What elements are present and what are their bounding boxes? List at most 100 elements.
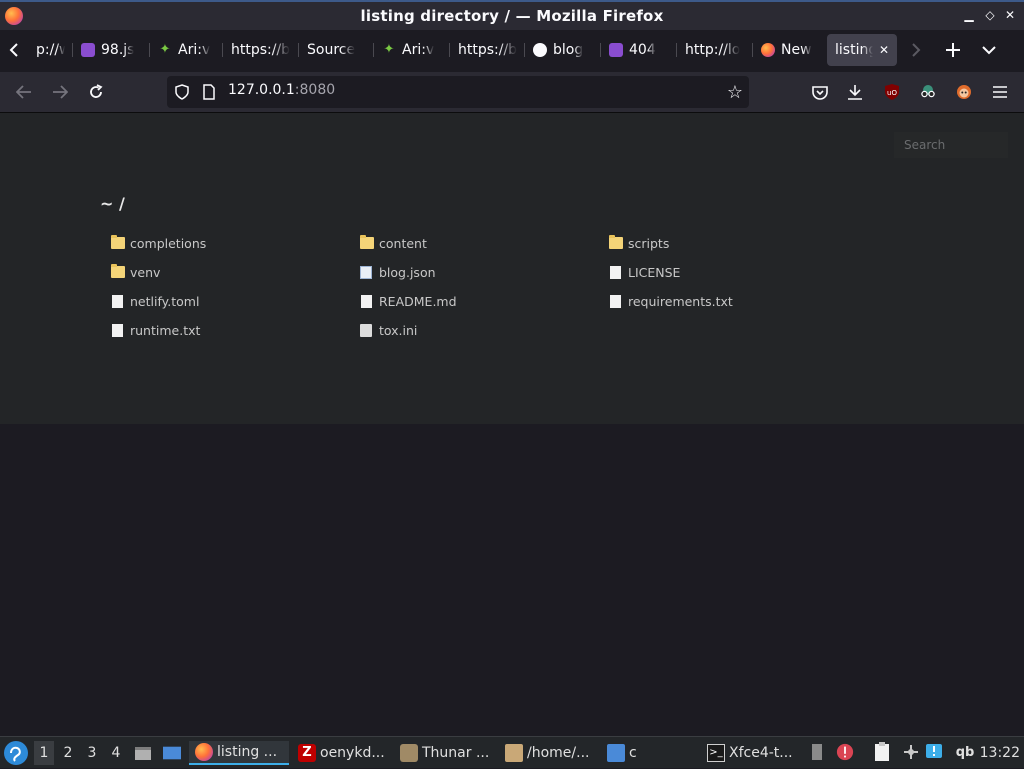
clock[interactable]: 13:22 — [980, 745, 1020, 761]
tab-active[interactable]: listing ✕ — [827, 34, 897, 66]
file-entry[interactable]: runtime.txt — [111, 321, 200, 339]
window-title: listing directory / — Mozilla Firefox — [360, 7, 664, 25]
reload-button[interactable] — [78, 76, 114, 108]
tab[interactable]: blog — [525, 34, 601, 66]
tab-scroll-left-button[interactable] — [0, 30, 28, 70]
file-entry[interactable]: netlify.toml — [111, 292, 199, 310]
file-entry[interactable]: LICENSE — [609, 263, 680, 281]
taskbar-app-archive[interactable]: /home/... — [505, 741, 601, 765]
github-icon — [533, 43, 547, 57]
folder-entry[interactable]: venv — [111, 263, 160, 281]
taskbar-app-filezilla[interactable]: Z oenykd... — [298, 741, 394, 765]
folder-entry[interactable]: scripts — [609, 234, 669, 252]
tab-label: https://b — [458, 42, 517, 58]
taskbar: 1 2 3 4 listing ... Z oenykd... Thunar .… — [0, 736, 1024, 768]
tab[interactable]: http://lo — [677, 34, 753, 66]
back-button[interactable] — [6, 76, 42, 108]
thunar-icon — [400, 744, 418, 762]
close-tab-icon[interactable]: ✕ — [879, 43, 889, 57]
file-entry[interactable]: tox.ini — [360, 321, 417, 339]
workspace-1[interactable]: 1 — [34, 741, 54, 765]
tab[interactable]: New — [753, 34, 827, 66]
file-entry[interactable]: README.md — [360, 292, 457, 310]
tab-label: p://w — [36, 42, 65, 58]
downloads-button[interactable] — [845, 82, 865, 102]
url-bar[interactable]: 127.0.0.1:8080 ☆ — [167, 76, 749, 108]
terminal-icon: >_ — [707, 744, 725, 762]
archive-icon — [505, 744, 523, 762]
extension-button[interactable] — [954, 82, 974, 102]
taskbar-app-firefox[interactable]: listing ... — [189, 741, 289, 765]
firefox-icon — [5, 7, 23, 25]
folder-entry[interactable]: completions — [111, 234, 206, 252]
tab[interactable]: ✦ Ari:v — [374, 34, 450, 66]
tab-scroll-right-button[interactable] — [897, 30, 935, 70]
tray-device-icon[interactable] — [808, 743, 826, 761]
extension-button[interactable] — [918, 82, 938, 102]
tab[interactable]: 404 — [601, 34, 677, 66]
download-icon — [848, 85, 862, 100]
bookmark-star-icon[interactable]: ☆ — [727, 82, 743, 103]
folder-icon — [111, 235, 125, 249]
filezilla-icon: Z — [298, 744, 316, 762]
update-notifier-icon[interactable] — [925, 743, 943, 761]
workspace-4[interactable]: 4 — [106, 745, 126, 761]
chevron-right-icon — [912, 43, 921, 57]
ublock-icon: uO — [885, 84, 899, 100]
tab[interactable]: p://w — [28, 34, 73, 66]
folder-entry[interactable]: content — [360, 234, 427, 252]
folder-icon — [360, 235, 374, 249]
workspace-3[interactable]: 3 — [82, 745, 102, 761]
menu-button[interactable] — [990, 82, 1010, 102]
ublock-button[interactable]: uO — [882, 82, 902, 102]
desktop-launcher-icon[interactable] — [163, 744, 181, 762]
settings-file-icon — [360, 323, 372, 337]
shield-icon[interactable] — [175, 84, 189, 100]
folder-icon — [609, 235, 623, 249]
file-icon — [610, 294, 621, 308]
close-window-button[interactable]: ✕ — [1003, 8, 1017, 22]
entry-name: blog.json — [379, 264, 436, 280]
file-icon — [361, 294, 372, 308]
window-titlebar: listing directory / — Mozilla Firefox ▁ … — [0, 0, 1024, 30]
minimize-button[interactable]: ▁ — [962, 8, 976, 22]
clipboard-icon[interactable] — [873, 742, 891, 761]
tab[interactable]: ✦ Ari:v — [150, 34, 223, 66]
file-manager-launcher-icon[interactable] — [134, 744, 152, 762]
page-icon[interactable] — [203, 84, 215, 100]
search-input[interactable] — [894, 132, 1008, 158]
file-entry[interactable]: blog.json — [360, 263, 436, 281]
tab-label: Ari:v — [178, 42, 211, 58]
taskbar-app-folder[interactable]: c — [607, 741, 697, 765]
tab-strip: p://w 98.js ✦ Ari:v https://b Source ✦ Ari… — [0, 30, 1024, 70]
maximize-button[interactable]: ◇ — [983, 8, 997, 22]
new-tab-button[interactable] — [935, 30, 971, 70]
list-all-tabs-button[interactable] — [971, 30, 1007, 70]
entry-name: scripts — [628, 235, 670, 251]
leaf-icon: ✦ — [383, 42, 395, 57]
file-icon — [112, 294, 123, 308]
network-icon[interactable] — [902, 743, 920, 761]
taskbar-app-thunar[interactable]: Thunar ... — [400, 741, 498, 765]
entry-name: completions — [130, 235, 207, 251]
url-host: 127.0.0.1 — [228, 82, 295, 98]
forward-button[interactable] — [42, 76, 78, 108]
file-entry[interactable]: requirements.txt — [609, 292, 733, 310]
tab[interactable]: 98.js — [73, 34, 150, 66]
taskbar-app-label: listing ... — [217, 744, 278, 760]
qbittorrent-icon[interactable]: qb — [955, 743, 975, 761]
tab[interactable]: Source — [299, 34, 374, 66]
alert-icon[interactable] — [836, 743, 854, 761]
tab[interactable]: https://b — [223, 34, 299, 66]
tab-label: 404 — [629, 42, 656, 58]
tab-label: https://b — [231, 42, 291, 58]
start-menu-button[interactable] — [4, 741, 28, 765]
workspace-2[interactable]: 2 — [58, 745, 78, 761]
taskbar-app-terminal[interactable]: >_ Xfce4-t... — [707, 741, 803, 765]
url-port: :8080 — [294, 82, 336, 98]
tab[interactable]: https://b — [450, 34, 525, 66]
pocket-button[interactable] — [810, 82, 830, 102]
entry-name: runtime.txt — [130, 322, 201, 338]
url-text[interactable]: 127.0.0.1:8080 — [228, 82, 335, 98]
page-title: ~ / — [100, 194, 125, 213]
